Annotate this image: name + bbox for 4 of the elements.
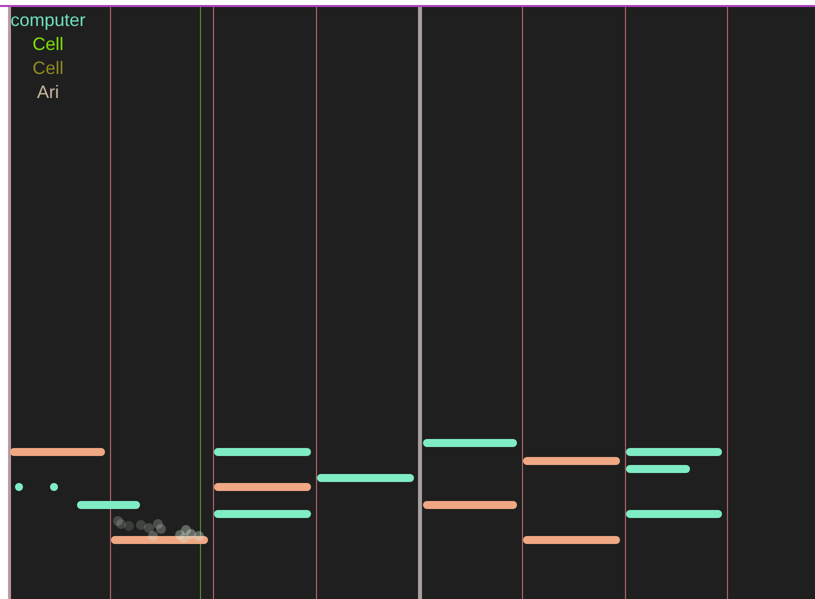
legend-label: Cell — [32, 57, 64, 80]
legend-label: computer — [10, 9, 86, 32]
legend-label: Cell — [32, 33, 64, 56]
legend-label: Ari — [37, 81, 59, 104]
